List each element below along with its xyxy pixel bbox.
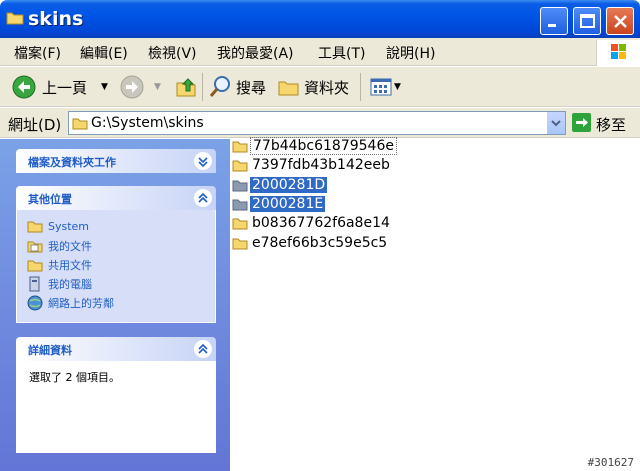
folder-icon (27, 221, 43, 233)
place-my-documents[interactable]: 我的文件 (27, 238, 92, 254)
watermark: #301627 (587, 456, 634, 469)
chevron-up-icon[interactable] (194, 189, 212, 207)
other-places-header[interactable]: 其他位置 (16, 186, 216, 210)
list-item[interactable]: b08367762f6a8e14 (232, 213, 392, 232)
address-bar: 網址(D) G:\System\skins 移至 (0, 108, 640, 138)
chevron-down-icon (551, 120, 561, 127)
search-label: 搜尋 (236, 78, 267, 97)
file-tasks-header[interactable]: 檔案及資料夾工作 (16, 149, 216, 173)
close-icon (614, 15, 627, 28)
folder-icon (232, 238, 248, 249)
menu-file[interactable]: 檔案(F) (14, 43, 61, 63)
go-arrow-icon (576, 118, 588, 127)
up-folder-icon (176, 78, 196, 97)
place-my-computer[interactable]: 我的電腦 (27, 276, 92, 292)
other-places-panel: System 我的文件 共用文件 我的電腦 網路上的芳鄰 (16, 210, 216, 323)
chevron-down-icon[interactable]: ▼ (154, 82, 161, 92)
menu-help[interactable]: 說明(H) (386, 43, 435, 63)
back-label: 上一頁 (42, 78, 88, 97)
menu-tools[interactable]: 工具(T) (318, 43, 365, 63)
menu-edit[interactable]: 編輯(E) (80, 43, 128, 63)
views-icon (370, 78, 392, 96)
close-button[interactable] (606, 7, 634, 35)
minimize-icon (548, 24, 556, 27)
details-header[interactable]: 詳細資料 (16, 337, 216, 361)
list-item[interactable]: 2000281E (232, 194, 326, 213)
computer-icon (29, 276, 40, 292)
address-dropdown-button[interactable] (546, 112, 565, 134)
chevron-down-icon[interactable]: ▼ (394, 82, 401, 92)
folder-icon (72, 118, 88, 130)
place-network[interactable]: 網路上的芳鄰 (27, 295, 114, 311)
list-item[interactable]: 2000281D (232, 175, 328, 194)
views-button[interactable]: ▼ (370, 67, 401, 107)
menu-view[interactable]: 檢視(V) (148, 43, 197, 63)
forward-button[interactable]: ▼ (120, 67, 161, 107)
folder-icon (232, 160, 248, 171)
up-folder-button[interactable] (174, 67, 198, 107)
window-title: skins (28, 8, 84, 30)
file-list: 77b44bc61879546e 7397fdb43b142eeb 200028… (230, 136, 640, 471)
folder-icon (232, 180, 248, 191)
back-button[interactable]: 上一頁 ▼ (12, 67, 108, 107)
folders-icon (278, 81, 299, 96)
folders-label: 資料夾 (304, 78, 350, 97)
list-item[interactable]: 7397fdb43b142eeb (232, 155, 392, 174)
file-tasks-title: 檔案及資料夾工作 (28, 156, 116, 169)
other-places-title: 其他位置 (28, 193, 72, 206)
details-text: 選取了 2 個項目。 (29, 371, 120, 384)
details-title: 詳細資料 (28, 344, 72, 357)
back-arrow-icon (12, 75, 36, 99)
address-input[interactable]: G:\System\skins (68, 111, 566, 135)
chevron-down-icon[interactable]: ▼ (101, 82, 108, 92)
menu-bar: 檔案(F) 編輯(E) 檢視(V) 我的最愛(A) 工具(T) 說明(H) (0, 38, 640, 66)
windows-flag-icon (611, 44, 626, 59)
list-item[interactable]: e78ef66b3c59e5c5 (232, 233, 389, 252)
address-path: G:\System\skins (91, 115, 204, 131)
folder-icon (232, 218, 248, 229)
minimize-button[interactable] (540, 7, 568, 35)
my-documents-icon (27, 241, 43, 253)
list-item[interactable]: 77b44bc61879546e (232, 136, 397, 155)
chevron-up-icon[interactable] (194, 340, 212, 358)
place-system[interactable]: System (27, 219, 89, 233)
folders-button[interactable]: 資料夾 (278, 67, 349, 107)
place-shared-documents[interactable]: 共用文件 (27, 257, 92, 273)
maximize-icon (580, 14, 595, 28)
toolbar-separator (360, 73, 361, 101)
task-pane: 檔案及資料夾工作 其他位置 System 我的文件 共用文件 我的電腦 網路上的… (0, 139, 230, 471)
toolbar-separator (202, 73, 203, 101)
shared-folder-icon (27, 260, 43, 272)
chevron-down-icon[interactable] (194, 152, 212, 170)
folder-icon (232, 141, 248, 152)
search-button[interactable]: 搜尋 (208, 67, 266, 107)
details-panel: 選取了 2 個項目。 (16, 361, 216, 453)
forward-arrow-icon (120, 75, 144, 99)
address-label: 網址(D) (8, 116, 62, 134)
title-bar[interactable]: skins (0, 0, 640, 38)
search-icon (209, 76, 230, 97)
menu-favorites[interactable]: 我的最愛(A) (217, 43, 294, 63)
toolbar: 上一頁 ▼ ▼ 搜尋 資料夾 ▼ (0, 67, 640, 107)
maximize-button[interactable] (573, 7, 601, 35)
network-icon (27, 295, 43, 311)
go-label[interactable]: 移至 (596, 114, 626, 135)
folder-icon (232, 199, 248, 210)
windows-logo (596, 40, 640, 66)
folder-icon (6, 12, 24, 25)
go-button[interactable] (572, 113, 591, 132)
